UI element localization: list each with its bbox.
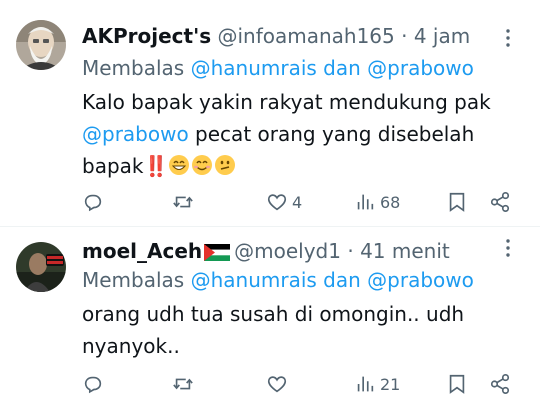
reply-button[interactable] xyxy=(82,187,104,217)
confused-emoji-icon xyxy=(215,155,236,175)
tweet-text-part: Kalo bapak yakin rakyat mendukung pak xyxy=(82,90,491,114)
retweet-button[interactable] xyxy=(172,369,194,399)
like-button[interactable]: 4 xyxy=(266,187,302,217)
mention-link[interactable]: @hanumrais xyxy=(191,56,317,80)
share-button[interactable] xyxy=(489,187,511,217)
bookmark-icon xyxy=(449,374,465,394)
replying-and[interactable]: dan xyxy=(317,56,367,80)
more-icon[interactable] xyxy=(496,236,520,260)
bookmark-button[interactable] xyxy=(446,187,468,217)
mention-link[interactable]: @prabowo xyxy=(82,122,189,146)
like-icon xyxy=(267,376,287,393)
retweet-icon xyxy=(173,378,193,390)
replying-to: Membalas @hanumrais dan @prabowo xyxy=(82,55,474,81)
timestamp[interactable]: 4 jam xyxy=(414,24,470,48)
reply-icon xyxy=(84,376,102,394)
reply-button[interactable] xyxy=(82,369,104,399)
like-count: 4 xyxy=(292,192,303,212)
palestine-flag-icon xyxy=(204,244,231,261)
user-handle[interactable]: @infoamanah165 xyxy=(217,24,394,48)
views-icon xyxy=(357,194,374,210)
avatar[interactable] xyxy=(16,242,66,292)
mention-link[interactable]: @prabowo xyxy=(367,268,474,292)
separator-dot: · xyxy=(394,24,414,48)
views-button[interactable]: 68 xyxy=(354,187,400,217)
display-name[interactable]: AKProject's xyxy=(82,24,211,48)
display-name[interactable]: moel_Aceh xyxy=(82,239,202,263)
share-icon xyxy=(490,192,510,212)
share-icon xyxy=(490,374,510,394)
share-button[interactable] xyxy=(489,369,511,399)
replying-prefix: Membalas xyxy=(82,268,191,292)
like-button[interactable] xyxy=(266,369,288,399)
avatar[interactable] xyxy=(16,20,66,70)
tweet-actions: 4 68 xyxy=(0,187,540,217)
tweet-header: AKProject's @infoamanah165 · 4 jam xyxy=(82,23,470,49)
bookmark-icon xyxy=(449,192,465,212)
tweet-text-part: orang udh tua susah di omongin.. udh nya… xyxy=(82,302,465,358)
bookmark-button[interactable] xyxy=(446,369,468,399)
double-exclamation-emoji: ‼️ xyxy=(143,154,169,178)
views-count: 68 xyxy=(380,192,401,212)
views-button[interactable]: 21 xyxy=(354,369,400,399)
more-icon[interactable] xyxy=(496,26,520,50)
grinning-emoji-icon xyxy=(169,155,190,175)
separator-dot: · xyxy=(340,239,361,263)
mention-link[interactable]: @hanumrais xyxy=(191,268,317,292)
timestamp[interactable]: 41 menit xyxy=(360,239,450,263)
replying-and[interactable]: dan xyxy=(317,268,367,292)
tweet-text: Kalo bapak yakin rakyat mendukung pak @p… xyxy=(82,86,522,182)
replying-prefix: Membalas xyxy=(82,56,191,80)
user-handle[interactable]: @moelyd1 xyxy=(234,239,341,263)
views-icon xyxy=(357,376,374,392)
tweet-header: moel_Aceh @moelyd1 · 41 menit xyxy=(82,238,450,264)
smiling-emoji-icon xyxy=(192,155,213,175)
replying-to: Membalas @hanumrais dan @prabowo xyxy=(82,267,474,293)
retweet-button[interactable] xyxy=(172,187,194,217)
tweet-text: orang udh tua susah di omongin.. udh nya… xyxy=(82,298,502,362)
reply-icon xyxy=(84,194,102,212)
retweet-icon xyxy=(173,196,193,208)
views-count: 21 xyxy=(380,374,401,394)
like-icon xyxy=(267,194,287,211)
tweet-actions: 21 xyxy=(0,369,540,399)
mention-link[interactable]: @prabowo xyxy=(367,56,474,80)
